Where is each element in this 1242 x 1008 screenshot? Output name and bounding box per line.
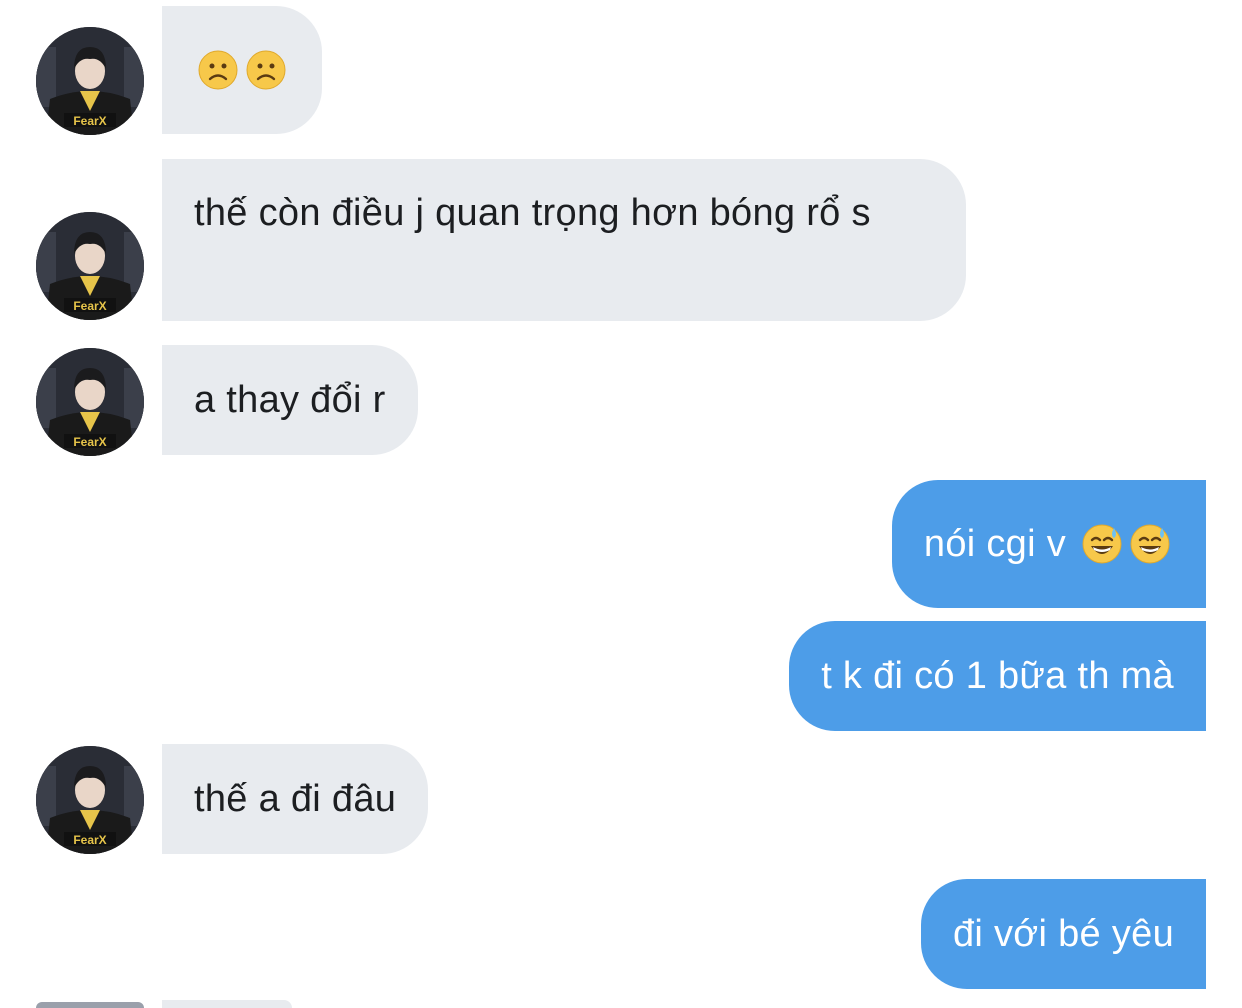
contact-avatar[interactable]: FearX [36, 746, 144, 854]
message-text: t k đi có 1 bữa th mà [821, 655, 1174, 697]
message-bubble-outgoing[interactable]: t k đi có 1 bữa th mà [789, 621, 1206, 731]
contact-avatar[interactable]: FearX [36, 212, 144, 320]
avatar-photo: FearX [36, 348, 144, 456]
slightly-frowning-face-icon [198, 50, 238, 90]
message-text: nói cgi v [923, 523, 1066, 565]
message-bubble-outgoing[interactable]: đi với bé yêu [920, 879, 1206, 989]
contact-avatar[interactable]: FearX [36, 27, 144, 135]
message-text: a thay đổi r [194, 379, 386, 421]
jersey-text: FearX [73, 114, 106, 128]
message-text: thế còn điều j quan trọng hơn bóng rổ s [194, 192, 871, 234]
jersey-text: FearX [73, 435, 106, 449]
message-bubble-partial [162, 1000, 292, 1008]
avatar-photo: FearX [36, 212, 144, 320]
message-text: thế a đi đâu [194, 778, 397, 820]
message-text: đi với bé yêu [952, 913, 1174, 955]
jersey-text: FearX [73, 833, 106, 847]
avatar-photo: FearX [36, 746, 144, 854]
chat-thread: FearX FearX thế còn điều j quan trọng hơ… [0, 0, 1242, 1008]
message-bubble-incoming[interactable]: a thay đổi r [162, 345, 418, 455]
slightly-frowning-face-icon [246, 50, 286, 90]
grinning-face-with-sweat-icon [1130, 524, 1170, 564]
message-bubble-outgoing[interactable]: nói cgi v [891, 480, 1206, 608]
grinning-face-with-sweat-icon [1082, 524, 1122, 564]
jersey-text: FearX [73, 299, 106, 313]
contact-avatar-partial [36, 1002, 144, 1008]
contact-avatar[interactable]: FearX [36, 348, 144, 456]
avatar-photo: FearX [36, 27, 144, 135]
message-bubble-incoming[interactable]: thế còn điều j quan trọng hơn bóng rổ s [162, 159, 966, 321]
message-bubble-incoming[interactable] [162, 6, 322, 134]
message-bubble-incoming[interactable]: thế a đi đâu [162, 744, 429, 854]
